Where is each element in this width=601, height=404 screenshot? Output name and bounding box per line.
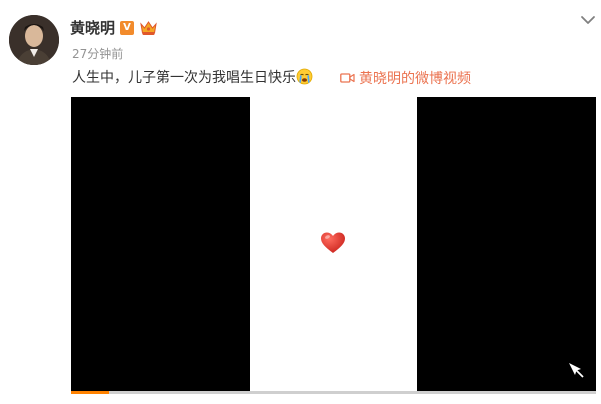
username[interactable]: 黄晓明 — [70, 18, 115, 38]
crying-face-icon — [296, 68, 313, 85]
video-progress-bar[interactable] — [71, 391, 596, 394]
post-text-content: 人生中，儿子第一次为我唱生日快乐 — [72, 70, 296, 86]
chevron-down-icon[interactable] — [578, 10, 598, 30]
video-link[interactable]: 黄晓明的微博视频 — [340, 69, 471, 89]
weibo-post: 黄晓明 V 27分钟前 人生中，儿子第一次为我唱生日快乐 黄晓明的微博视频 — [0, 0, 601, 404]
member-crown-icon — [139, 20, 158, 36]
verified-badge: V — [120, 21, 134, 35]
post-text: 人生中，儿子第一次为我唱生日快乐 — [72, 68, 313, 88]
heart-icon — [320, 231, 346, 255]
video-player[interactable] — [71, 97, 596, 394]
video-camera-icon — [340, 70, 355, 83]
avatar[interactable] — [9, 15, 59, 65]
fullscreen-icon[interactable] — [567, 361, 585, 379]
post-timestamp[interactable]: 27分钟前 — [72, 47, 123, 61]
video-link-label: 黄晓明的微博视频 — [359, 71, 471, 87]
video-frame — [250, 97, 417, 394]
video-progress-fill — [71, 391, 110, 394]
